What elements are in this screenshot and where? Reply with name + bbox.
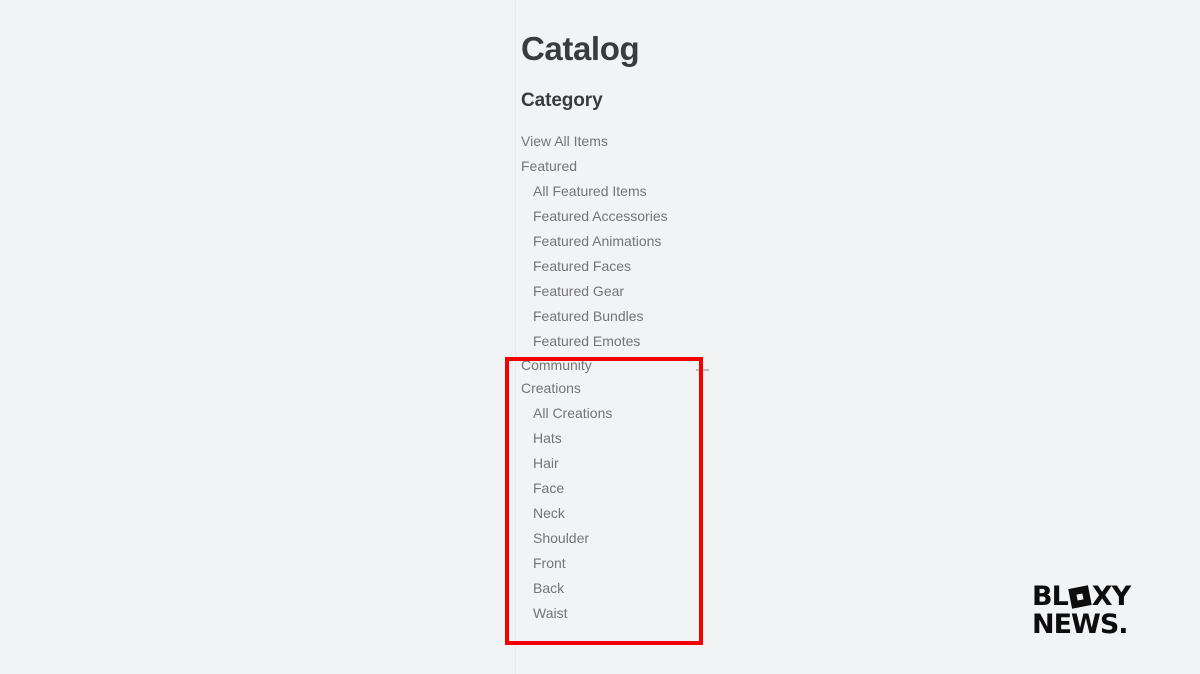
- sidebar-group-community-creations[interactable]: Community Creations: [516, 354, 746, 401]
- logo-text-pre: BL: [1032, 581, 1069, 612]
- nav-group-label: Featured: [521, 158, 578, 174]
- nav-item-label: All Featured Items: [533, 183, 647, 199]
- nav-item-label: Hair: [533, 455, 559, 471]
- sidebar-item-featured-emotes[interactable]: Featured Emotes: [516, 329, 746, 354]
- nav-item-label: Front: [533, 555, 566, 571]
- sidebar-item-shoulder[interactable]: Shoulder: [516, 526, 746, 551]
- category-nav-list: View All Items Featured All Featured Ite…: [516, 129, 746, 626]
- roblox-square-o-icon: [1068, 585, 1092, 609]
- sidebar-item-face[interactable]: Face: [516, 476, 746, 501]
- nav-item-label: Featured Gear: [533, 283, 625, 299]
- nav-item-label: View All Items: [521, 133, 608, 149]
- nav-item-label: Featured Emotes: [533, 333, 641, 349]
- nav-item-label: Neck: [533, 505, 565, 521]
- sidebar-item-neck[interactable]: Neck: [516, 501, 746, 526]
- bloxy-news-logo: BL XY NEWS.: [1032, 583, 1178, 639]
- nav-item-label: Back: [533, 580, 565, 596]
- roblox-square-inner: [1076, 593, 1084, 601]
- nav-group-label-line1: Community: [521, 357, 592, 373]
- page-title: Catalog: [521, 30, 640, 67]
- nav-group-label-line2: Creations: [521, 380, 581, 396]
- minus-icon-bar: [696, 369, 709, 371]
- category-heading: Category: [521, 90, 603, 111]
- nav-item-label: Featured Animations: [533, 233, 662, 249]
- sidebar-item-back[interactable]: Back: [516, 576, 746, 601]
- sidebar-item-hair[interactable]: Hair: [516, 451, 746, 476]
- catalog-sidebar-panel: Catalog Category View All Items Featured…: [515, 0, 745, 674]
- sidebar-item-waist[interactable]: Waist: [516, 601, 746, 626]
- sidebar-item-featured-gear[interactable]: Featured Gear: [516, 279, 746, 304]
- nav-item-label: Waist: [533, 605, 568, 621]
- logo-line-two: NEWS.: [1032, 609, 1129, 640]
- sidebar-item-featured-accessories[interactable]: Featured Accessories: [516, 204, 746, 229]
- nav-item-label: Face: [533, 480, 565, 496]
- sidebar-item-view-all-items[interactable]: View All Items: [516, 129, 746, 154]
- logo-line-one: BL XY: [1032, 581, 1131, 612]
- nav-item-label: Featured Faces: [533, 258, 632, 274]
- sidebar-item-featured-animations[interactable]: Featured Animations: [516, 229, 746, 254]
- nav-item-label: Featured Bundles: [533, 308, 644, 324]
- sidebar-item-all-featured-items[interactable]: All Featured Items: [516, 179, 746, 204]
- sidebar-item-front[interactable]: Front: [516, 551, 746, 576]
- sidebar-item-featured-bundles[interactable]: Featured Bundles: [516, 304, 746, 329]
- logo-text-post: XY: [1091, 581, 1131, 612]
- nav-item-label: Featured Accessories: [533, 208, 668, 224]
- sidebar-item-featured-faces[interactable]: Featured Faces: [516, 254, 746, 279]
- nav-item-label: All Creations: [533, 405, 613, 421]
- nav-item-label: Hats: [533, 430, 562, 446]
- nav-item-label: Shoulder: [533, 530, 590, 546]
- minus-icon[interactable]: [696, 364, 709, 377]
- sidebar-item-hats[interactable]: Hats: [516, 426, 746, 451]
- sidebar-group-featured[interactable]: Featured: [516, 154, 746, 179]
- sidebar-item-all-creations[interactable]: All Creations: [516, 401, 746, 426]
